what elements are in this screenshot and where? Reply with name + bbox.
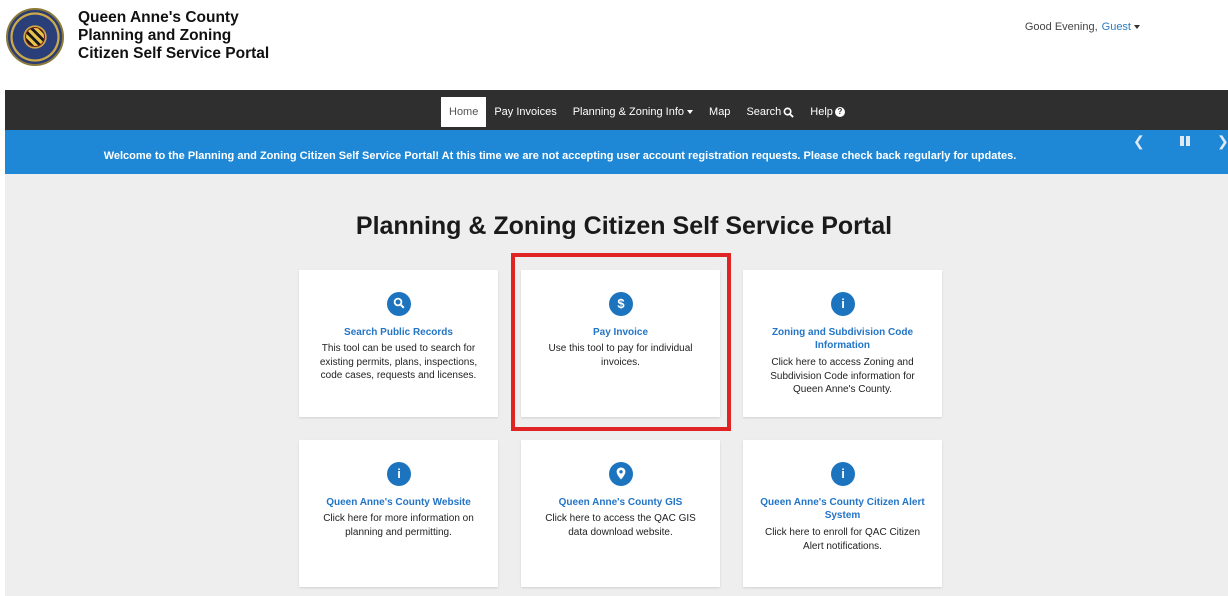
- card-title: Zoning and Subdivision Code Information: [771, 327, 914, 351]
- brand-line-1: Queen Anne's County: [78, 9, 239, 26]
- info-icon: i: [831, 292, 855, 316]
- card-county-gis[interactable]: Queen Anne's County GIS Click here to ac…: [521, 440, 720, 587]
- card-zoning-subdivision-code[interactable]: i Zoning and Subdivision Code Informatio…: [743, 270, 942, 417]
- chevron-left-icon[interactable]: ❮: [1133, 133, 1145, 150]
- card-citizen-alert-system[interactable]: i Queen Anne's County Citizen Alert Syst…: [743, 440, 942, 587]
- chevron-down-icon: [687, 110, 694, 115]
- search-icon: [387, 292, 411, 316]
- info-icon: i: [831, 462, 855, 486]
- chevron-down-icon: [1134, 25, 1140, 30]
- announcement-banner: Welcome to the Planning and Zoning Citiz…: [5, 130, 1228, 174]
- card-search-public-records[interactable]: Search Public Records This tool can be u…: [299, 270, 498, 417]
- page-title: Planning & Zoning Citizen Self Service P…: [355, 212, 893, 240]
- nav-item-help[interactable]: Help?: [802, 97, 853, 127]
- card-title: Queen Anne's County Citizen Alert System: [760, 497, 925, 521]
- banner-message: Welcome to the Planning and Zoning Citiz…: [103, 150, 1017, 162]
- nav-item-planning-zoning-info[interactable]: Planning & Zoning Info: [565, 97, 701, 127]
- card-description: Click here to access Zoning and Subdivis…: [770, 357, 915, 395]
- site-header: Queen Anne's County Planning and Zoning …: [0, 0, 1228, 88]
- brand-line-2: Planning and Zoning: [78, 27, 232, 44]
- card-title: Queen Anne's County GIS: [558, 497, 683, 508]
- info-icon: i: [387, 462, 411, 486]
- nav-item-map[interactable]: Map: [701, 97, 738, 127]
- pause-icon[interactable]: [1180, 136, 1191, 146]
- card-title: Search Public Records: [344, 327, 453, 338]
- main-nav: Home Pay Invoices Planning & Zoning Info…: [5, 90, 1228, 130]
- greeting-text: Good Evening,: [1024, 21, 1098, 33]
- nav-item-pay-invoices[interactable]: Pay Invoices: [486, 97, 564, 127]
- card-description: This tool can be used to search for exis…: [319, 343, 478, 381]
- card-description: Click here to access the QAC GIS data do…: [545, 513, 696, 538]
- help-icon: ?: [834, 107, 845, 118]
- card-title: Queen Anne's County Website: [326, 497, 471, 508]
- brand-line-3: Citizen Self Service Portal: [78, 45, 270, 62]
- county-seal-logo[interactable]: [6, 8, 64, 66]
- search-icon: [783, 107, 795, 118]
- chevron-right-icon[interactable]: ❯: [1217, 133, 1228, 150]
- seal-center-icon: [25, 27, 45, 47]
- location-icon: [609, 462, 633, 486]
- card-description: Click here for more information on plann…: [323, 513, 474, 538]
- highlight-box: [511, 253, 731, 431]
- nav-item-search[interactable]: Search: [738, 97, 802, 127]
- site-brand[interactable]: Queen Anne's County Planning and Zoning …: [78, 9, 269, 63]
- user-menu-button[interactable]: Guest: [1102, 21, 1140, 33]
- nav-item-home[interactable]: Home: [441, 97, 487, 127]
- user-name: Guest: [1101, 21, 1131, 33]
- card-county-website[interactable]: i Queen Anne's County Website Click here…: [299, 440, 498, 587]
- card-description: Click here to enroll for QAC Citizen Ale…: [764, 527, 921, 552]
- user-greeting: Good Evening, Guest: [1025, 21, 1140, 33]
